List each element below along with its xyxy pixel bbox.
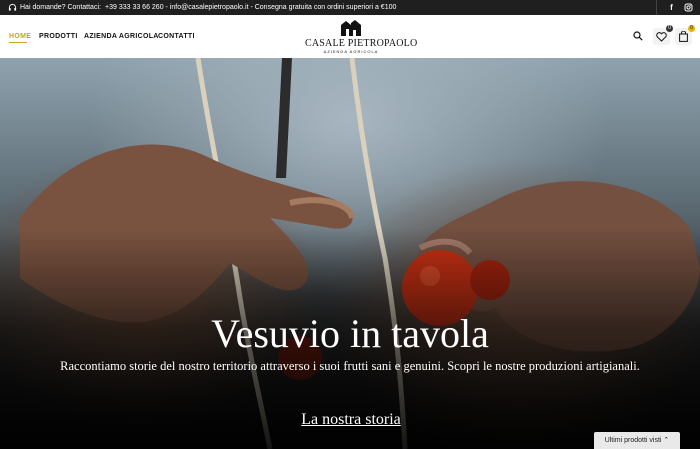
hero-banner: Vesuvio in tavola Raccontiamo storie del… [0, 58, 700, 449]
top-bar: Hai domande? Contattaci: +39 333 33 66 2… [0, 0, 700, 15]
active-indicator [9, 42, 27, 43]
contact-info[interactable]: +39 333 33 66 260 - info@casalepietropao… [105, 4, 396, 11]
nav-prodotti[interactable]: PRODOTTI [39, 33, 78, 40]
hero-title: Vesuvio in tavola [211, 311, 489, 356]
cart-count-badge: 0 [688, 25, 695, 32]
logo-brand: CASALE PIETROPAOLO [305, 38, 418, 49]
wishlist-count-badge: 0 [666, 25, 673, 32]
site-header: HOME PRODOTTI AZIENDA AGRICOLA CONTATTI … [0, 15, 700, 58]
search-icon[interactable] [633, 31, 643, 41]
hero-subtitle: Raccontiamo storie del nostro territorio… [60, 359, 640, 373]
our-story-link[interactable]: La nostra storia [296, 411, 406, 429]
site-logo[interactable]: CASALE PIETROPAOLO AZIENDA AGRICOLA [305, 20, 418, 54]
heart-icon [656, 32, 667, 42]
headset-icon [8, 3, 17, 11]
farmhouse-logo-icon [341, 20, 361, 36]
contact-question: Hai domande? Contattaci: [20, 3, 101, 11]
instagram-icon[interactable] [683, 2, 694, 13]
nav-home[interactable]: HOME [9, 33, 31, 40]
logo-subtitle: AZIENDA AGRICOLA [323, 49, 379, 54]
cart-icon [679, 31, 688, 42]
divider [656, 0, 657, 15]
facebook-icon[interactable]: f [666, 2, 677, 13]
nav-contatti[interactable]: CONTATTI [158, 33, 195, 40]
recent-products-toggle[interactable]: Ultimi prodotti visti ⌃ [594, 432, 680, 449]
nav-azienda-agricola[interactable]: AZIENDA AGRICOLA [84, 33, 159, 40]
